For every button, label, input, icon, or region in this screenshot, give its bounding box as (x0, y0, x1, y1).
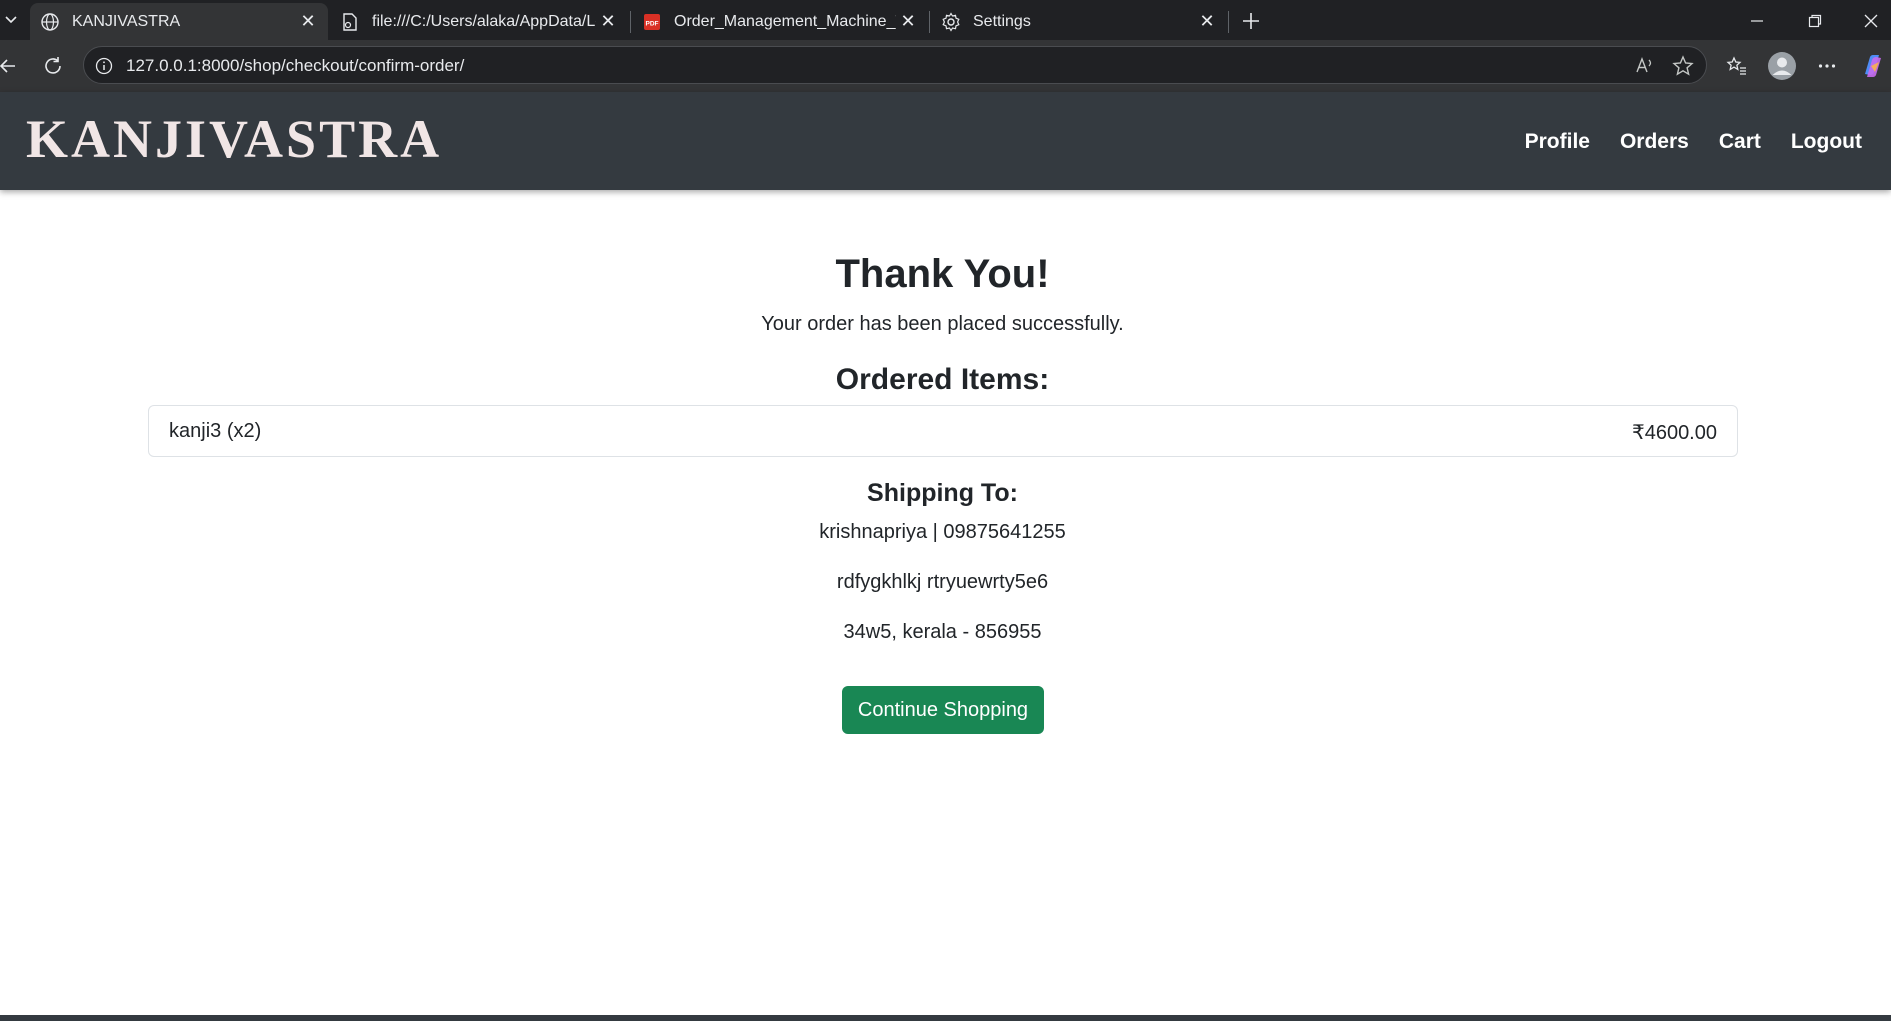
browser-tab-strip: KANJIVASTRA ✕ file:///C:/Users/alaka/App… (0, 0, 1891, 40)
page-title: Thank You! (835, 252, 1050, 296)
tab-title: Settings (973, 12, 1031, 30)
tab-title: file:///C:/Users/alaka/AppData/Lo (372, 12, 596, 30)
address-bar[interactable]: 127.0.0.1:8000/shop/checkout/confirm-ord… (83, 46, 1707, 84)
item-name: kanji3 (x2) (169, 420, 262, 442)
tab-actions-chevron-icon[interactable] (0, 8, 22, 32)
nav-link-logout[interactable]: Logout (1791, 130, 1862, 154)
tab-file[interactable]: file:///C:/Users/alaka/AppData/Lo ✕ (330, 3, 628, 40)
shipping-heading: Shipping To: (867, 479, 1018, 507)
site-navbar: KANJIVASTRA Profile Orders Cart Logout (0, 92, 1891, 190)
brand-logo[interactable]: KANJIVASTRA (26, 112, 442, 166)
footer-edge (0, 1015, 1891, 1021)
tab-separator (1228, 11, 1229, 33)
nav-link-orders[interactable]: Orders (1620, 130, 1689, 154)
close-tab-icon[interactable]: ✕ (1195, 10, 1219, 34)
tab-settings[interactable]: Settings ✕ (931, 3, 1227, 40)
tab-separator (929, 11, 930, 33)
more-options-icon[interactable] (1811, 50, 1843, 82)
tab-title: Order_Management_Machine_Tes (674, 12, 896, 30)
tab-kanjivastra[interactable]: KANJIVASTRA ✕ (30, 3, 328, 40)
shipping-city-state-pin: 34w5, kerala - 856955 (843, 621, 1042, 643)
nav-links: Profile Orders Cart Logout (1525, 130, 1862, 154)
globe-icon (40, 12, 60, 32)
shipping-name-phone: krishnapriya | 09875641255 (819, 521, 1066, 543)
copilot-icon[interactable] (1857, 50, 1889, 82)
file-icon (340, 12, 360, 32)
read-aloud-icon[interactable] (1634, 55, 1656, 77)
close-tab-icon[interactable]: ✕ (596, 10, 620, 34)
pdf-icon: PDF (642, 12, 662, 32)
profile-avatar-icon[interactable] (1766, 50, 1798, 82)
restore-icon[interactable] (1792, 4, 1838, 38)
nav-link-cart[interactable]: Cart (1719, 130, 1761, 154)
new-tab-plus-icon[interactable] (1236, 6, 1266, 36)
minimize-icon[interactable] (1734, 4, 1780, 38)
url-text: 127.0.0.1:8000/shop/checkout/confirm-ord… (126, 56, 465, 75)
favorites-icon[interactable] (1721, 50, 1753, 82)
reload-icon[interactable] (37, 50, 69, 82)
nav-link-profile[interactable]: Profile (1525, 130, 1590, 154)
tab-separator (630, 11, 631, 33)
tab-pdf[interactable]: PDF Order_Management_Machine_Tes ✕ (632, 3, 928, 40)
pdf-icon-label: PDF (646, 20, 659, 27)
item-price: ₹4600.00 (1631, 422, 1717, 444)
ordered-items-list: kanji3 (x2) ₹4600.00 (148, 405, 1738, 457)
back-arrow-icon[interactable] (0, 50, 24, 82)
favorite-star-icon[interactable] (1672, 55, 1694, 77)
tab-title: KANJIVASTRA (72, 12, 181, 30)
gear-icon (941, 11, 961, 32)
ordered-items-heading: Ordered Items: (835, 363, 1050, 396)
shipping-address-line: rdfygkhlkj rtryuewrty5e6 (836, 571, 1049, 593)
browser-toolbar: 127.0.0.1:8000/shop/checkout/confirm-ord… (0, 40, 1891, 92)
list-item: kanji3 (x2) ₹4600.00 (149, 406, 1737, 456)
close-window-icon[interactable] (1850, 4, 1891, 38)
continue-shopping-button[interactable]: Continue Shopping (842, 686, 1044, 734)
site-info-icon[interactable] (94, 56, 114, 76)
close-tab-icon[interactable]: ✕ (896, 10, 920, 34)
success-message: Your order has been placed successfully. (761, 313, 1124, 335)
close-tab-icon[interactable]: ✕ (296, 10, 320, 34)
